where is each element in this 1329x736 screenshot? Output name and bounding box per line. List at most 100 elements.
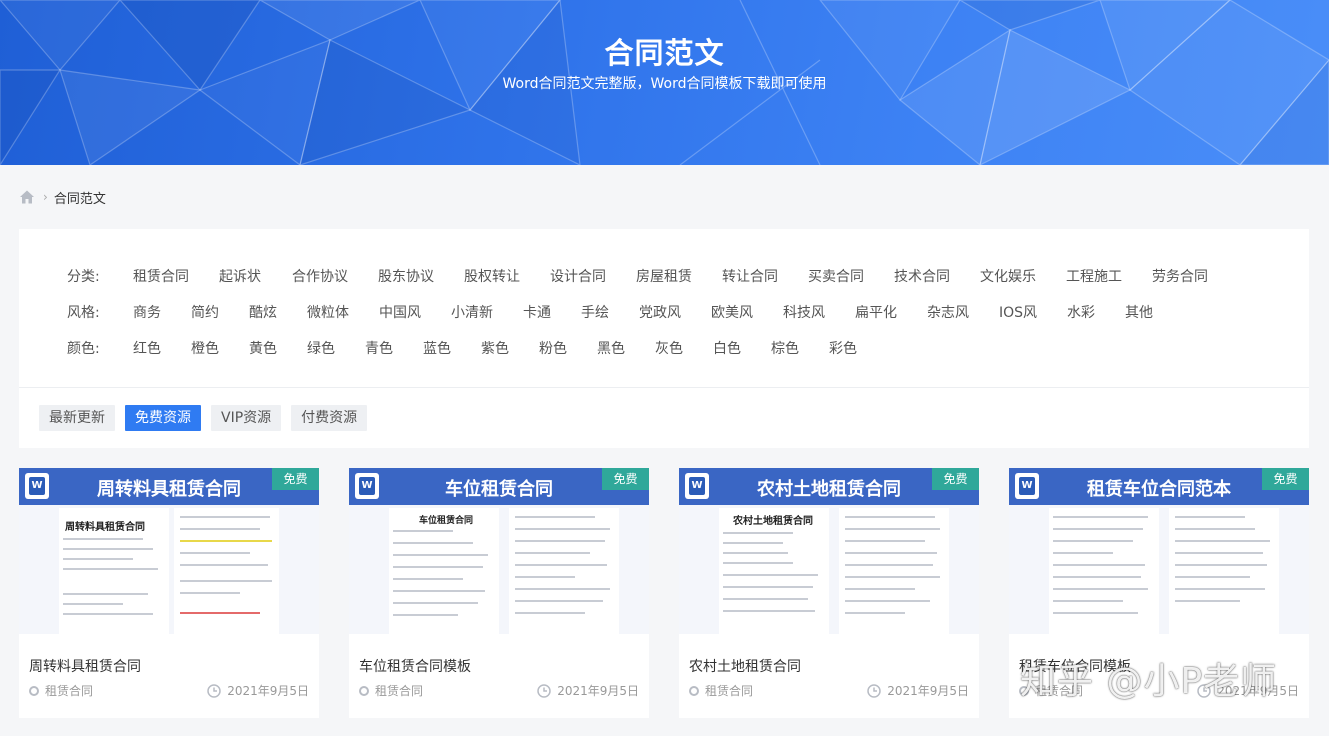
clock-icon xyxy=(207,683,221,698)
filter-label-category: 分类: xyxy=(67,269,100,285)
resource-tabs: 最新更新 免费资源 VIP资源 付费资源 xyxy=(39,405,377,431)
filter-option[interactable]: 杂志风 xyxy=(927,302,999,322)
template-card[interactable]: 车位租赁合同 W 车位租赁合同 免费 车位租赁合同模板 租赁合同 2021年9月… xyxy=(349,468,649,718)
breadcrumb-current: 合同范文 xyxy=(53,191,106,207)
free-badge: 免费 xyxy=(272,468,319,490)
card-date: 2021年9月5日 xyxy=(867,682,969,699)
card-category: 租赁合同 xyxy=(689,682,753,699)
filter-panel: 分类: 租赁合同 起诉状 合作协议 股东协议 股权转让 设计合同 房屋租赁 转让… xyxy=(19,229,1309,448)
filter-option[interactable]: 文化娱乐 xyxy=(980,266,1066,286)
banner: 合同范文 Word合同范文完整版，Word合同模板下载即可使用 xyxy=(0,0,1329,165)
card-category-label: 租赁合同 xyxy=(375,684,424,698)
filter-option[interactable]: 买卖合同 xyxy=(808,266,894,286)
filter-option[interactable]: 起诉状 xyxy=(219,266,292,286)
card-date-label: 2021年9月5日 xyxy=(227,684,309,698)
filter-row-category: 分类: 租赁合同 起诉状 合作协议 股东协议 股权转让 设计合同 房屋租赁 转让… xyxy=(67,266,1208,286)
breadcrumb: › 合同范文 xyxy=(19,187,106,207)
filter-option[interactable]: 粉色 xyxy=(539,338,597,358)
filter-option[interactable]: 红色 xyxy=(133,338,191,358)
card-thumbnail[interactable]: W 租赁车位合同范本 免费 xyxy=(1009,468,1309,634)
card-date-label: 2021年9月5日 xyxy=(887,684,969,698)
filter-option[interactable]: 科技风 xyxy=(783,302,855,322)
card-category: 租赁合同 xyxy=(359,682,423,699)
filter-label-style: 风格: xyxy=(67,305,100,321)
filter-option[interactable]: 合作协议 xyxy=(292,266,378,286)
filter-option[interactable]: 设计合同 xyxy=(550,266,636,286)
filter-option[interactable]: 黄色 xyxy=(249,338,307,358)
card-category-label: 租赁合同 xyxy=(705,684,754,698)
filter-option[interactable]: IOS风 xyxy=(999,302,1067,322)
card-category: 租赁合同 xyxy=(29,682,93,699)
card-title[interactable]: 车位租赁合同模板 xyxy=(359,656,471,676)
document-preview-page-2 xyxy=(174,508,279,634)
filter-option[interactable]: 工程施工 xyxy=(1066,266,1152,286)
filter-option[interactable]: 水彩 xyxy=(1067,302,1125,322)
filter-option[interactable]: 灰色 xyxy=(655,338,713,358)
filter-option[interactable]: 股权转让 xyxy=(464,266,550,286)
tab-paid[interactable]: 付费资源 xyxy=(291,405,368,431)
card-title[interactable]: 农村土地租赁合同 xyxy=(689,656,801,676)
filter-option[interactable]: 转让合同 xyxy=(722,266,808,286)
page-title: 合同范文 xyxy=(604,36,725,70)
document-preview: 农村土地租赁合同 xyxy=(719,508,829,634)
filter-option[interactable]: 橙色 xyxy=(191,338,249,358)
word-icon: W xyxy=(355,473,379,499)
card-thumbnail[interactable]: 周转料具租赁合同 W 周转料具租赁合同 免费 xyxy=(19,468,319,634)
filter-option[interactable]: 手绘 xyxy=(581,302,639,322)
clock-icon xyxy=(867,683,881,698)
filter-option[interactable]: 其他 xyxy=(1125,302,1153,322)
filter-option[interactable]: 商务 xyxy=(133,302,191,322)
filter-option[interactable]: 房屋租赁 xyxy=(636,266,722,286)
document-preview-title: 农村土地租赁合同 xyxy=(733,516,813,527)
filter-option[interactable]: 白色 xyxy=(713,338,771,358)
filter-option[interactable]: 酷炫 xyxy=(249,302,307,322)
filter-option[interactable]: 简约 xyxy=(191,302,249,322)
filter-option[interactable]: 蓝色 xyxy=(423,338,481,358)
filter-option[interactable]: 小清新 xyxy=(451,302,523,322)
filter-option[interactable]: 紫色 xyxy=(481,338,539,358)
tab-free[interactable]: 免费资源 xyxy=(125,405,201,431)
filter-option[interactable]: 绿色 xyxy=(307,338,365,358)
card-thumb-title: 周转料具租赁合同 xyxy=(97,479,241,500)
document-preview-title: 周转料具租赁合同 xyxy=(65,522,145,533)
filter-option[interactable]: 中国风 xyxy=(379,302,451,322)
card-title[interactable]: 周转料具租赁合同 xyxy=(29,656,141,676)
filter-option[interactable]: 青色 xyxy=(365,338,423,358)
card-date: 2021年9月5日 xyxy=(207,682,309,699)
filter-option[interactable]: 劳务合同 xyxy=(1152,266,1208,286)
filter-label-color: 颜色: xyxy=(67,341,100,357)
document-preview-title: 车位租赁合同 xyxy=(419,516,474,526)
card-date-label: 2021年9月5日 xyxy=(557,684,639,698)
filter-option[interactable]: 彩色 xyxy=(829,338,857,358)
chevron-right-icon: › xyxy=(43,190,48,204)
filter-option[interactable]: 股东协议 xyxy=(378,266,464,286)
card-thumb-title: 车位租赁合同 xyxy=(445,479,553,500)
filter-option[interactable]: 棕色 xyxy=(771,338,829,358)
free-badge: 免费 xyxy=(932,468,979,490)
divider xyxy=(19,387,1309,388)
document-preview-page-2 xyxy=(509,508,619,634)
filter-option[interactable]: 黑色 xyxy=(597,338,655,358)
card-thumbnail[interactable]: 农村土地租赁合同 W 农村土地租赁合同 免费 xyxy=(679,468,979,634)
document-preview: 车位租赁合同 xyxy=(389,508,499,634)
clock-icon xyxy=(537,683,551,698)
card-thumb-title: 租赁车位合同范本 xyxy=(1087,479,1231,500)
filter-option[interactable]: 党政风 xyxy=(639,302,711,322)
word-icon: W xyxy=(1015,473,1039,499)
watermark: 知乎 @小P老师 xyxy=(1020,661,1278,702)
filter-option[interactable]: 租赁合同 xyxy=(133,266,219,286)
card-date: 2021年9月5日 xyxy=(537,682,639,699)
filter-option[interactable]: 卡通 xyxy=(523,302,581,322)
filter-option[interactable]: 扁平化 xyxy=(855,302,927,322)
card-category-label: 租赁合同 xyxy=(45,684,94,698)
filter-option[interactable]: 欧美风 xyxy=(711,302,783,322)
filter-option[interactable]: 微粒体 xyxy=(307,302,379,322)
home-icon[interactable] xyxy=(19,189,35,205)
tab-latest[interactable]: 最新更新 xyxy=(39,405,115,431)
template-card[interactable]: 农村土地租赁合同 W 农村土地租赁合同 免费 农村土地租赁合同 租赁合同 202… xyxy=(679,468,979,718)
template-card[interactable]: 周转料具租赁合同 W 周转料具租赁合同 免费 周转料具租赁合同 租赁合同 202… xyxy=(19,468,319,718)
tab-vip[interactable]: VIP资源 xyxy=(211,405,282,431)
filter-option[interactable]: 技术合同 xyxy=(894,266,980,286)
document-preview-page-2 xyxy=(1169,508,1279,634)
card-thumbnail[interactable]: 车位租赁合同 W 车位租赁合同 免费 xyxy=(349,468,649,634)
